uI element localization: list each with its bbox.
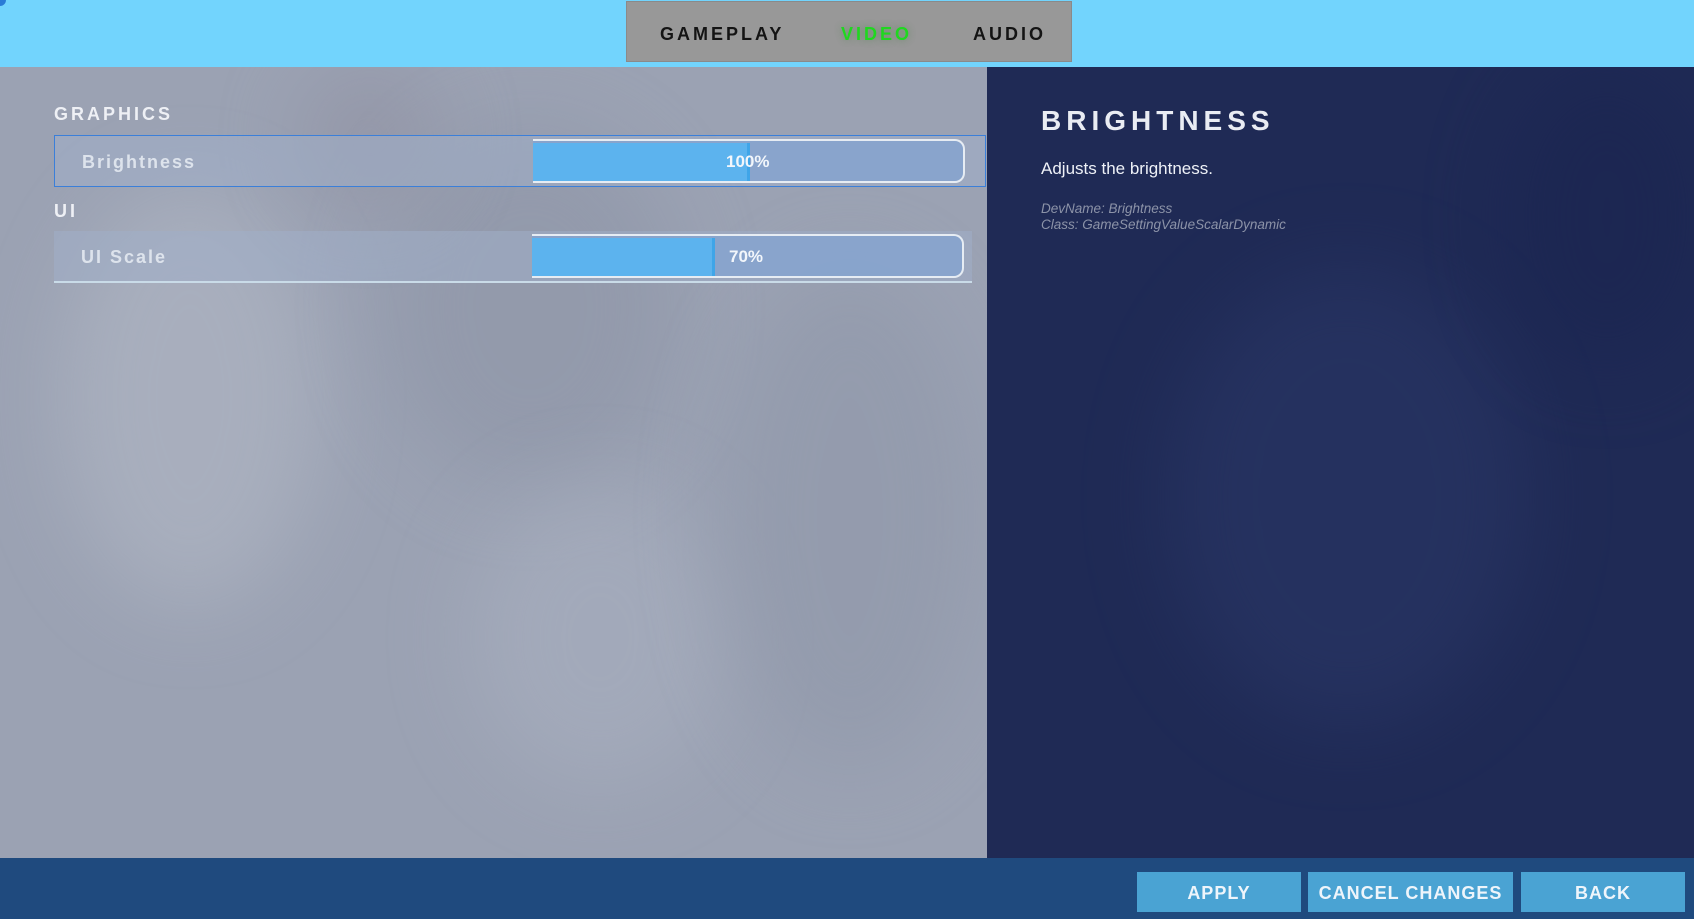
background-blur <box>470 487 730 787</box>
section-header-graphics: GRAPHICS <box>54 104 174 124</box>
section-header-ui: UI <box>54 201 78 221</box>
back-button[interactable]: BACK <box>1521 872 1685 912</box>
setting-label-brightness: Brightness <box>82 152 197 172</box>
tab-video[interactable]: VIDEO <box>841 2 912 63</box>
bottom-action-bar: APPLY CANCEL CHANGES BACK <box>0 858 1694 919</box>
ui-scale-slider[interactable]: 70% <box>532 234 964 278</box>
setting-label-ui-scale: UI Scale <box>81 247 168 267</box>
slider-value: 100% <box>726 152 770 171</box>
tab-gameplay[interactable]: GAMEPLAY <box>660 2 784 63</box>
setting-row-brightness[interactable]: Brightness 100% <box>54 135 986 187</box>
detail-class: Class: GameSettingValueScalarDynamic <box>1041 217 1286 232</box>
background-blur <box>1167 267 1527 727</box>
top-bar: GAMEPLAY VIDEO AUDIO <box>0 0 1694 67</box>
corner-marker <box>0 0 6 6</box>
setting-row-ui-scale[interactable]: UI Scale 70% <box>54 231 972 283</box>
background-blur <box>1507 67 1694 367</box>
detail-devname: DevName: Brightness <box>1041 201 1173 216</box>
tab-audio[interactable]: AUDIO <box>973 2 1046 63</box>
cancel-changes-button[interactable]: CANCEL CHANGES <box>1308 872 1513 912</box>
detail-title: BRIGHTNESS <box>1041 105 1275 136</box>
settings-tab-group: GAMEPLAY VIDEO AUDIO <box>626 1 1072 62</box>
background-blur <box>720 267 980 767</box>
settings-list-panel: GRAPHICS Brightness 100% UI UI Scale 70% <box>0 67 987 858</box>
slider-value: 70% <box>729 247 764 266</box>
detail-description: Adjusts the brightness. <box>1041 159 1213 178</box>
slider-fill <box>532 238 715 276</box>
slider-fill <box>533 143 750 181</box>
apply-button[interactable]: APPLY <box>1137 872 1301 912</box>
brightness-slider[interactable]: 100% <box>533 139 965 183</box>
setting-detail-panel: BRIGHTNESS Adjusts the brightness. DevNa… <box>987 67 1694 858</box>
